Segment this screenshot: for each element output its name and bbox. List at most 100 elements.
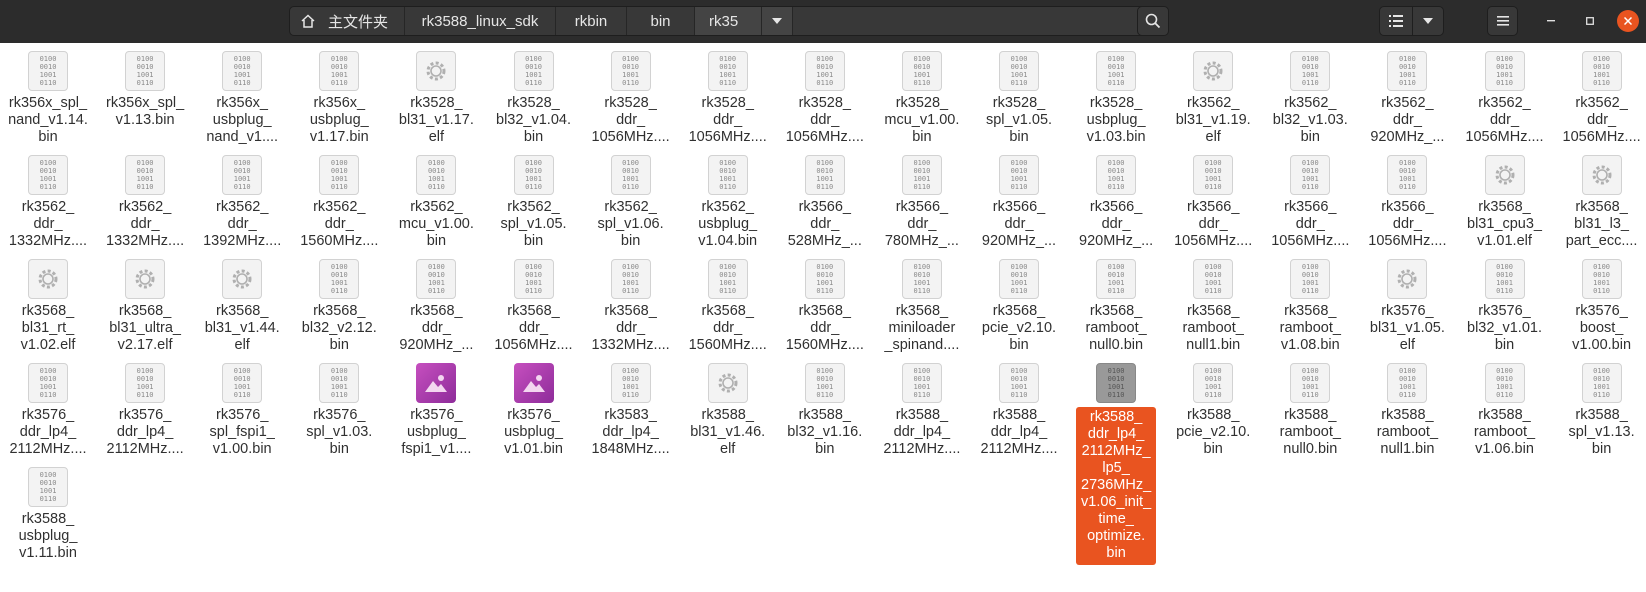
file-name-label: rk3528_ spl_v1.05. bin — [985, 95, 1053, 145]
file-item[interactable]: 0100 0010 1001 0110 rk3562_ mcu_v1.00. bin — [393, 150, 479, 250]
breadcrumb-rkbin[interactable]: rkbin — [556, 7, 627, 35]
breadcrumb-home[interactable]: 主文件夹 — [290, 7, 405, 35]
file-item[interactable]: 0100 0010 1001 0110 rk3562_ spl_v1.05. bin — [491, 150, 577, 250]
file-name-label: rk3588_ spl_v1.13. bin — [1568, 407, 1635, 457]
file-item[interactable]: rk3528_ bl31_v1.17. elf — [393, 46, 479, 146]
file-item[interactable]: 0100 0010 1001 0110 rk356x_spl_ v1.13.bin — [102, 46, 188, 129]
file-item[interactable]: 0100 0010 1001 0110 rk3566_ ddr_ 1056MHz...… — [1267, 150, 1353, 250]
list-view-button[interactable] — [1379, 6, 1413, 36]
close-button[interactable] — [1617, 10, 1639, 32]
file-item[interactable]: 0100 0010 1001 0110 rk3588_ pcie_v2.10. bin — [1170, 358, 1256, 458]
file-item[interactable]: 0100 0010 1001 0110 rk3568_ ddr_ 1056MHz...… — [491, 254, 577, 354]
file-item[interactable]: 0100 0010 1001 0110 rk3568_ ddr_ 1560MHz...… — [685, 254, 771, 354]
minimize-button[interactable] — [1541, 11, 1561, 31]
file-item[interactable]: 0100 0010 1001 0110 rk3562_ bl32_v1.03. bin — [1267, 46, 1353, 146]
file-item[interactable]: 0100 0010 1001 0110 rk3568_ ramboot_ null0.… — [1073, 254, 1159, 354]
file-item[interactable]: 0100 0010 1001 0110 rk3576_ spl_v1.03. bin — [296, 358, 382, 458]
breadcrumb-bin[interactable]: bin — [627, 7, 695, 35]
file-item[interactable]: 0100 0010 1001 0110 rk3568_ ramboot_ v1.08.… — [1267, 254, 1353, 354]
file-item[interactable]: 0100 0010 1001 0110 rk3528_ spl_v1.05. bin — [976, 46, 1062, 146]
binary-file-icon: 0100 0010 1001 0110 — [804, 51, 845, 91]
file-item[interactable]: 0100 0010 1001 0110 rk3588_ ramboot_ v1.06.… — [1462, 358, 1548, 458]
file-item[interactable]: 0100 0010 1001 0110 rk3568_ miniloader _spi… — [879, 254, 965, 354]
main-menu-button[interactable] — [1487, 6, 1518, 36]
binary-file-icon: 0100 0010 1001 0110 — [513, 259, 554, 299]
binary-file-icon: 0100 0010 1001 0110 — [319, 363, 360, 403]
file-item[interactable]: 0100 0010 1001 0110 rk3568_ ddr_ 1560MHz...… — [782, 254, 868, 354]
file-item[interactable]: 0100 0010 1001 0110 rk3583_ ddr_lp4_ 1848MH… — [588, 358, 674, 458]
minimize-icon — [1547, 20, 1555, 22]
binary-file-icon: 0100 0010 1001 0110 — [1387, 155, 1428, 195]
file-item[interactable]: 0100 0010 1001 0110 rk3588_ ddr_lp4_ 2112MH… — [976, 358, 1062, 458]
file-item[interactable]: 0100 0010 1001 0110 rk3566_ ddr_ 780MHz_... — [879, 150, 965, 250]
breadcrumb-sdk[interactable]: rk3588_linux_sdk — [405, 7, 556, 35]
file-item[interactable]: 0100 0010 1001 0110 rk3568_ pcie_v2.10. bin — [976, 254, 1062, 354]
file-item[interactable]: 0100 0010 1001 0110 rk3576_ boost_ v1.00.bi… — [1559, 254, 1645, 354]
gear-file-icon — [1387, 259, 1428, 299]
file-item[interactable]: rk3576_ usbplug_ v1.01.bin — [491, 358, 577, 458]
file-item[interactable]: rk3568_ bl31_cpu3_ v1.01.elf — [1462, 150, 1548, 250]
file-item[interactable]: 0100 0010 1001 0110 rk3562_ ddr_ 1056MHz...… — [1462, 46, 1548, 146]
file-item[interactable]: 0100 0010 1001 0110 rk3566_ ddr_ 528MHz_... — [782, 150, 868, 250]
file-item[interactable]: 0100 0010 1001 0110 rk3528_ mcu_v1.00. bin — [879, 46, 965, 146]
file-item[interactable]: 0100 0010 1001 0110 rk3588_ ramboot_ null0.… — [1267, 358, 1353, 458]
file-item[interactable]: 0100 0010 1001 0110 rk356x_ usbplug_ nand_v… — [199, 46, 285, 146]
file-item[interactable]: 0100 0010 1001 0110 rk3562_ spl_v1.06. bin — [588, 150, 674, 250]
file-item[interactable]: 0100 0010 1001 0110 rk3566_ ddr_ 1056MHz...… — [1170, 150, 1256, 250]
file-item[interactable]: 0100 0010 1001 0110 rk3528_ ddr_ 1056MHz...… — [588, 46, 674, 146]
file-item[interactable]: rk3568_ bl31_v1.44. elf — [199, 254, 285, 354]
binary-file-icon: 0100 0010 1001 0110 — [1290, 155, 1331, 195]
file-item[interactable]: rk3576_ bl31_v1.05. elf — [1364, 254, 1450, 354]
file-item[interactable]: 0100 0010 1001 0110 rk3528_ bl32_v1.04. bin — [491, 46, 577, 146]
file-item[interactable]: 0100 0010 1001 0110 rk3588_ spl_v1.13. bin — [1559, 358, 1645, 458]
file-item[interactable]: rk3568_ bl31_ultra_ v2.17.elf — [102, 254, 188, 354]
file-item[interactable]: 0100 0010 1001 0110 rk3588_ bl32_v1.16. bin — [782, 358, 868, 458]
file-item[interactable]: 0100 0010 1001 0110 rk3588_ ddr_lp4_ 2112MH… — [1073, 358, 1159, 565]
file-item[interactable]: 0100 0010 1001 0110 rk3568_ ddr_ 920MHz_... — [393, 254, 479, 354]
file-item[interactable]: 0100 0010 1001 0110 rk3566_ ddr_ 920MHz_... — [976, 150, 1062, 250]
file-item[interactable]: 0100 0010 1001 0110 rk3568_ ramboot_ null1.… — [1170, 254, 1256, 354]
binary-file-icon: 0100 0010 1001 0110 — [513, 51, 554, 91]
file-item[interactable]: 0100 0010 1001 0110 rk3562_ ddr_ 1332MHz...… — [102, 150, 188, 250]
list-view-icon — [1389, 15, 1403, 27]
file-item[interactable]: 0100 0010 1001 0110 rk3576_ ddr_lp4_ 2112MH… — [5, 358, 91, 458]
file-item[interactable]: 0100 0010 1001 0110 rk3562_ ddr_ 1056MHz...… — [1559, 46, 1645, 146]
maximize-button[interactable] — [1580, 11, 1600, 31]
file-name-label: rk3588_ ramboot_ null1.bin — [1376, 407, 1439, 457]
file-item[interactable]: 0100 0010 1001 0110 rk3588_ ramboot_ null1.… — [1364, 358, 1450, 458]
file-item[interactable]: 0100 0010 1001 0110 rk3566_ ddr_ 920MHz_... — [1073, 150, 1159, 250]
file-item[interactable]: rk3576_ usbplug_ fspi1_v1.... — [393, 358, 479, 458]
breadcrumb-dropdown[interactable] — [762, 7, 793, 35]
file-item[interactable]: 0100 0010 1001 0110 rk3568_ ddr_ 1332MHz...… — [588, 254, 674, 354]
file-item[interactable]: 0100 0010 1001 0110 rk3562_ usbplug_ v1.04.… — [685, 150, 771, 250]
file-item[interactable]: 0100 0010 1001 0110 rk3562_ ddr_ 920MHz_... — [1364, 46, 1450, 146]
file-item[interactable]: 0100 0010 1001 0110 rk3566_ ddr_ 1056MHz...… — [1364, 150, 1450, 250]
binary-file-icon: 0100 0010 1001 0110 — [1193, 155, 1234, 195]
file-item[interactable]: 0100 0010 1001 0110 rk3568_ bl32_v2.12. bin — [296, 254, 382, 354]
file-item[interactable]: 0100 0010 1001 0110 rk3528_ usbplug_ v1.03.… — [1073, 46, 1159, 146]
breadcrumb-current[interactable]: rk35 — [695, 7, 762, 35]
file-item[interactable]: 0100 0010 1001 0110 rk3528_ ddr_ 1056MHz...… — [782, 46, 868, 146]
file-item[interactable]: 0100 0010 1001 0110 rk3562_ ddr_ 1332MHz...… — [5, 150, 91, 250]
search-button[interactable] — [1137, 6, 1169, 36]
file-item[interactable]: rk3568_ bl31_l3_ part_ecc.... — [1559, 150, 1645, 250]
view-options-dropdown[interactable] — [1412, 6, 1444, 36]
file-item[interactable]: rk3588_ bl31_v1.46. elf — [685, 358, 771, 458]
file-item[interactable]: 0100 0010 1001 0110 rk3562_ ddr_ 1392MHz...… — [199, 150, 285, 250]
file-name-label: rk3528_ bl31_v1.17. elf — [398, 95, 474, 145]
file-item[interactable]: rk3562_ bl31_v1.19. elf — [1170, 46, 1256, 146]
file-item[interactable]: 0100 0010 1001 0110 rk3588_ usbplug_ v1.11.… — [5, 462, 91, 562]
file-name-label: rk3576_ ddr_lp4_ 2112MHz.... — [106, 407, 184, 457]
file-item[interactable]: 0100 0010 1001 0110 rk356x_ usbplug_ v1.17.… — [296, 46, 382, 146]
binary-file-icon: 0100 0010 1001 0110 — [319, 155, 360, 195]
gear-file-icon — [416, 51, 457, 91]
file-item[interactable]: 0100 0010 1001 0110 rk3562_ ddr_ 1560MHz...… — [296, 150, 382, 250]
file-item[interactable]: 0100 0010 1001 0110 rk3576_ ddr_lp4_ 2112MH… — [102, 358, 188, 458]
file-item[interactable]: 0100 0010 1001 0110 rk3576_ spl_fspi1_ v1.0… — [199, 358, 285, 458]
file-item[interactable]: 0100 0010 1001 0110 rk356x_spl_ nand_v1.14… — [5, 46, 91, 146]
file-item[interactable]: 0100 0010 1001 0110 rk3576_ bl32_v1.01. bin — [1462, 254, 1548, 354]
file-item[interactable]: 0100 0010 1001 0110 rk3528_ ddr_ 1056MHz...… — [685, 46, 771, 146]
file-item[interactable]: 0100 0010 1001 0110 rk3588_ ddr_lp4_ 2112MH… — [879, 358, 965, 458]
file-item[interactable]: rk3568_ bl31_rt_ v1.02.elf — [5, 254, 91, 354]
binary-file-icon: 0100 0010 1001 0110 — [804, 259, 845, 299]
